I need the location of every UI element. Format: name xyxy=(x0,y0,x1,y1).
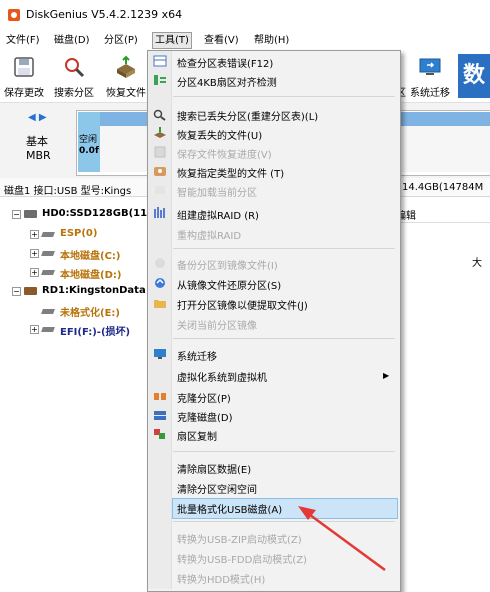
clone-disk-icon xyxy=(154,411,166,420)
menu-item-sector-copy[interactable]: 扇区复制 xyxy=(177,428,217,443)
menu-item-build-virtual-raid[interactable]: 组建虚拟RAID (R) xyxy=(177,207,259,222)
volume-icon xyxy=(41,327,55,332)
menu-separator xyxy=(173,521,395,522)
recover-files-label: 恢复文件 xyxy=(106,88,146,99)
menu-file[interactable]: 文件(F) xyxy=(4,33,42,48)
backup-image-icon xyxy=(155,258,165,268)
menu-item-system-migration[interactable]: 系统迁移 xyxy=(177,348,217,363)
recover-file-icon xyxy=(154,127,166,138)
menu-separator xyxy=(173,338,395,339)
save-progress-icon xyxy=(154,146,166,158)
menu-item-backup-to-image[interactable]: 备份分区到镜像文件(I) xyxy=(177,257,278,272)
volume-icon xyxy=(41,232,55,237)
menu-item-clone-partition[interactable]: 克隆分区(P) xyxy=(177,390,231,405)
menu-item-convert-usb-zip[interactable]: 转换为USB-ZIP启动模式(Z) xyxy=(177,531,302,546)
sector-copy-icon xyxy=(154,429,165,439)
submenu-arrow-icon: ▶ xyxy=(383,371,390,380)
recover-files-button[interactable]: 恢复文件 xyxy=(104,52,148,100)
menu-separator xyxy=(173,451,395,452)
menu-item-clear-free-space[interactable]: 清除分区空闲空间 xyxy=(177,481,257,496)
restore-image-icon xyxy=(155,278,165,288)
open-image-icon xyxy=(154,300,166,308)
system-migration-label: 系统迁移 xyxy=(410,88,450,99)
disk-info-right: 14.4GB(14784M xyxy=(402,182,484,193)
menu-item-virtualize-system[interactable]: 虚拟化系统到虚拟机 xyxy=(177,369,267,384)
save-icon xyxy=(14,57,34,77)
partition-style-label: MBR xyxy=(26,149,51,162)
hdd-icon xyxy=(24,210,37,218)
check-table-icon xyxy=(153,55,167,67)
menu-disk[interactable]: 磁盘(D) xyxy=(52,33,92,48)
volume-icon xyxy=(41,270,55,275)
align-check-icon xyxy=(154,75,166,85)
menu-item-convert-usb-fdd[interactable]: 转换为USB-FDD启动模式(Z) xyxy=(177,551,307,566)
menu-item-rebuild-virtual-raid[interactable]: 重构虚拟RAID xyxy=(177,227,241,242)
tree-item-hd0[interactable]: HD0:SSD128GB(11 xyxy=(42,208,147,219)
column-header-partial: 大 xyxy=(472,258,482,269)
menu-separator xyxy=(173,248,395,249)
app-icon xyxy=(8,9,20,21)
partition-esp-text: 空闲 0.0f xyxy=(79,135,99,156)
save-changes-button[interactable]: 保存更改 xyxy=(2,52,46,100)
tree-item-efi-f[interactable]: EFI(F:)-(损坏) xyxy=(60,323,130,338)
tree-item-rd1[interactable]: RD1:KingstonData xyxy=(42,285,146,296)
system-migrate-icon xyxy=(154,349,166,359)
menu-item-open-image[interactable]: 打开分区镜像以便提取文件(J) xyxy=(177,297,308,312)
volume-icon xyxy=(41,251,55,256)
recover-type-icon xyxy=(154,167,166,176)
disk-nav-arrows[interactable]: ◀ ▶ xyxy=(28,112,47,123)
volume-icon xyxy=(41,309,55,314)
search-lost-partition-icon xyxy=(153,109,166,121)
clone-partition-icon xyxy=(154,393,166,400)
menu-view[interactable]: 查看(V) xyxy=(202,33,241,48)
system-migration-button[interactable]: 系统迁移 xyxy=(408,52,452,100)
search-icon xyxy=(65,58,85,78)
smart-load-icon xyxy=(155,186,165,194)
expand-toggle[interactable]: + xyxy=(30,249,39,258)
menu-item-clone-disk[interactable]: 克隆磁盘(D) xyxy=(177,409,233,424)
menu-item-restore-from-image[interactable]: 从镜像文件还原分区(S) xyxy=(177,277,281,292)
brand-logo: 数 xyxy=(458,54,490,98)
menu-item-convert-hdd[interactable]: 转换为HDD模式(H) xyxy=(177,571,265,586)
expand-toggle[interactable]: + xyxy=(30,268,39,277)
collapse-toggle[interactable]: − xyxy=(12,210,21,219)
tree-item-local-c[interactable]: 本地磁盘(C:) xyxy=(60,247,120,262)
usb-disk-icon xyxy=(24,287,37,295)
expand-toggle[interactable]: + xyxy=(30,230,39,239)
tree-item-unformatted-e[interactable]: 未格式化(E:) xyxy=(60,304,120,319)
collapse-toggle[interactable]: − xyxy=(12,287,21,296)
menu-help[interactable]: 帮助(H) xyxy=(252,33,291,48)
expand-toggle[interactable]: + xyxy=(30,325,39,334)
menu-partition[interactable]: 分区(P) xyxy=(102,33,140,48)
migration-icon xyxy=(419,58,441,75)
menu-item-search-lost-partition[interactable]: 搜索已丢失分区(重建分区表)(L) xyxy=(177,108,318,123)
menu-item-smart-load[interactable]: 智能加载当前分区 xyxy=(177,184,257,199)
tree-item-esp[interactable]: ESP(0) xyxy=(60,228,97,239)
menu-item-clear-sector-data[interactable]: 清除扇区数据(E) xyxy=(177,461,251,476)
window-title: DiskGenius V5.4.2.1239 x64 xyxy=(26,8,183,21)
disk-info-left: 磁盘1 接口:USB 型号:Kings xyxy=(4,186,132,197)
menu-item-recover-by-type[interactable]: 恢复指定类型的文件 (T) xyxy=(177,165,284,180)
menu-bar: 文件(F) 磁盘(D) 分区(P) 工具(T) 查看(V) 帮助(H) xyxy=(0,31,490,49)
search-partition-label: 搜索分区 xyxy=(54,88,94,99)
menu-item-batch-format-usb[interactable]: 批量格式化USB磁盘(A) xyxy=(177,501,282,516)
save-changes-label: 保存更改 xyxy=(4,88,44,99)
recover-icon xyxy=(117,55,135,78)
menu-item-check-partition-table[interactable]: 检查分区表错误(F12) xyxy=(177,55,273,70)
raid-icon xyxy=(154,207,165,218)
menu-tools[interactable]: 工具(T) xyxy=(152,32,192,49)
tree-item-local-d[interactable]: 本地磁盘(D:) xyxy=(60,266,121,281)
menu-item-4kb-alignment[interactable]: 分区4KB扇区对齐检测 xyxy=(177,74,277,89)
menu-item-close-image[interactable]: 关闭当前分区镜像 xyxy=(177,317,257,332)
menu-item-save-recovery-progress[interactable]: 保存文件恢复进度(V) xyxy=(177,146,272,161)
search-partition-button[interactable]: 搜索分区 xyxy=(52,52,96,100)
menu-separator xyxy=(173,96,395,97)
disk-type-label: 基本 xyxy=(26,135,48,148)
menu-item-recover-lost-files[interactable]: 恢复丢失的文件(U) xyxy=(177,127,262,142)
